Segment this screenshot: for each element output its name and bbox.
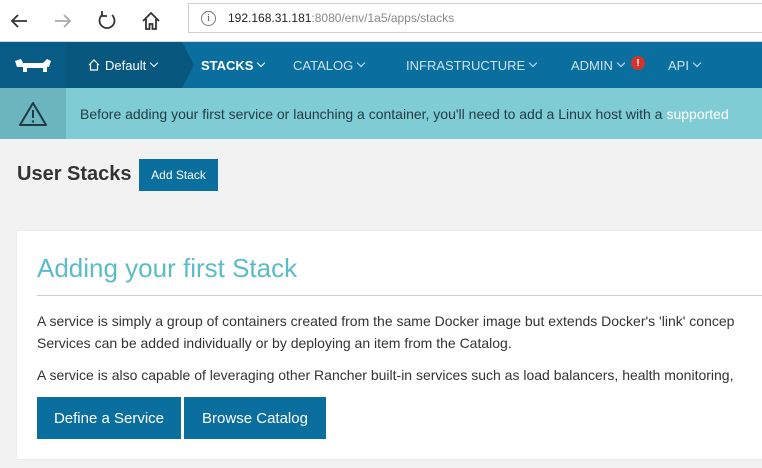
empty-state-card: Adding your first Stack A service is sim… bbox=[17, 231, 762, 459]
add-stack-button[interactable]: Add Stack bbox=[139, 159, 218, 191]
page-title: User Stacks bbox=[17, 163, 132, 185]
card-paragraph-2: Services can be added individually or by… bbox=[37, 335, 512, 351]
environment-switcher[interactable]: Default bbox=[66, 42, 194, 88]
warning-icon bbox=[19, 101, 47, 126]
url-host: 192.168.31.181 bbox=[228, 11, 312, 25]
warning-banner: Before adding your first service or laun… bbox=[0, 88, 762, 139]
supported-link[interactable]: supported bbox=[666, 106, 728, 122]
chevron-down-icon bbox=[692, 58, 702, 68]
environment-label: Default bbox=[105, 57, 147, 73]
nav-admin[interactable]: ADMIN bbox=[571, 42, 626, 88]
chevron-down-icon bbox=[616, 58, 626, 68]
nav-admin-label: ADMIN bbox=[571, 57, 613, 73]
admin-alert-badge: ! bbox=[631, 56, 645, 70]
browser-toolbar: i 192.168.31.181:8080/env/1a5/apps/stack… bbox=[0, 0, 762, 42]
nav-api-label: API bbox=[668, 57, 689, 73]
nav-catalog-label: CATALOG bbox=[293, 57, 354, 73]
nav-api[interactable]: API bbox=[668, 42, 702, 88]
banner-text: Before adding your first service or laun… bbox=[80, 105, 663, 122]
nav-catalog[interactable]: CATALOG bbox=[293, 42, 366, 88]
rancher-cow-icon bbox=[15, 59, 51, 72]
nav-stacks[interactable]: STACKS bbox=[201, 42, 266, 88]
back-button[interactable] bbox=[4, 6, 34, 36]
forward-button[interactable] bbox=[48, 6, 78, 36]
card-title: Adding your first Stack bbox=[37, 253, 298, 283]
rancher-logo[interactable] bbox=[0, 42, 66, 88]
nav-infrastructure-label: INFRASTRUCTURE bbox=[406, 57, 526, 73]
chevron-down-icon bbox=[528, 58, 538, 68]
home-icon bbox=[142, 11, 160, 30]
url-path: :8080/env/1a5/apps/stacks bbox=[311, 11, 455, 25]
app-header: Default STACKS CATALOG INFRASTRUCTURE AD… bbox=[0, 42, 762, 88]
chevron-down-icon bbox=[149, 58, 159, 68]
home-button[interactable] bbox=[136, 6, 166, 36]
reload-icon bbox=[98, 11, 116, 29]
reload-button[interactable] bbox=[92, 6, 122, 36]
chevron-down-icon bbox=[356, 58, 366, 68]
info-icon[interactable]: i bbox=[201, 10, 216, 26]
card-divider bbox=[37, 295, 762, 296]
nav-infrastructure[interactable]: INFRASTRUCTURE bbox=[406, 42, 538, 88]
banner-icon-container bbox=[0, 88, 66, 139]
card-paragraph-1: A service is simply a group of container… bbox=[37, 313, 735, 329]
define-service-button[interactable]: Define a Service bbox=[37, 397, 181, 439]
arrow-left-icon bbox=[10, 14, 27, 28]
home-icon bbox=[88, 59, 100, 71]
chevron-down-icon bbox=[257, 58, 266, 68]
browse-catalog-button[interactable]: Browse Catalog bbox=[184, 397, 326, 439]
banner-message: Before adding your first service or laun… bbox=[80, 88, 729, 139]
card-paragraph-3: A service is also capable of leveraging … bbox=[37, 367, 734, 383]
arrow-right-icon bbox=[55, 14, 72, 28]
nav-stacks-label: STACKS bbox=[201, 57, 254, 73]
address-bar[interactable]: i 192.168.31.181:8080/env/1a5/apps/stack… bbox=[188, 3, 762, 33]
